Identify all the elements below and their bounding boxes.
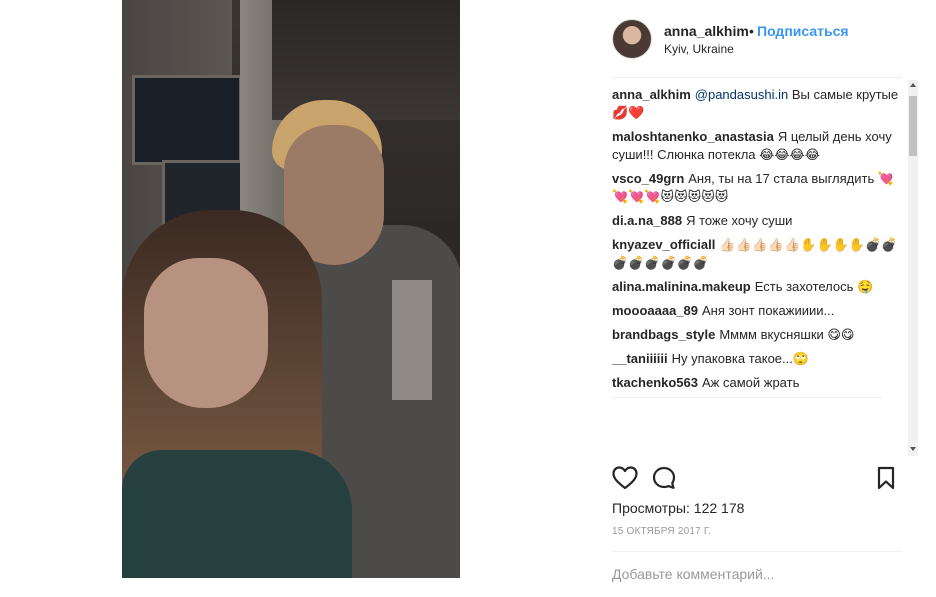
comment-text: Ну упаковка такое...🙄: [671, 351, 810, 366]
comment-username[interactable]: brandbags_style: [612, 327, 715, 342]
scrollbar-thumb[interactable]: [909, 96, 917, 156]
comment-text: Аж самой жрать: [702, 375, 800, 390]
comment-username[interactable]: knyazev_officiall: [612, 237, 715, 252]
comments-scrollbar[interactable]: [908, 80, 918, 456]
comment-text: Я тоже хочу суши: [686, 213, 793, 228]
comment-item: knyazev_officiall 👍🏻👍🏻👍🏻👍🏻👍🏻✋✋✋✋💣💣💣💣💣💣💣💣: [612, 236, 902, 272]
comment-item: moooaaaa_89 Аня зонт покажииии...: [612, 302, 902, 320]
comments-list: anna_alkhim @pandasushi.in Вы самые круты…: [612, 86, 902, 446]
media-person-shirt: [392, 280, 432, 400]
comment-username[interactable]: moooaaaa_89: [612, 303, 698, 318]
post-header: anna_alkhim • Подписаться Kyiv, Ukraine: [612, 17, 928, 61]
scroll-down-arrow-icon[interactable]: [910, 447, 916, 451]
comment-item: alina.malinina.makeup Есть захотелось 🤤: [612, 278, 902, 296]
comment-username[interactable]: maloshtanenko_anastasia: [612, 129, 774, 144]
avatar[interactable]: [612, 19, 652, 59]
comment-item: __taniiiiii Ну упаковка такое...🙄: [612, 350, 902, 368]
media-person-face: [144, 258, 268, 408]
comment-text: Мммм вкусняшки 😋😋: [719, 327, 855, 342]
comment-username[interactable]: __taniiiiii: [612, 351, 668, 366]
follow-button[interactable]: Подписаться: [757, 23, 849, 39]
media-window: [132, 75, 242, 165]
comment-item: tkachenko563 Аж самой жрать: [612, 374, 902, 392]
comment-item: brandbags_style Мммм вкусняшки 😋😋: [612, 326, 902, 344]
comment-text: Есть захотелось 🤤: [754, 279, 874, 294]
bookmark-icon[interactable]: [876, 466, 896, 495]
post-media[interactable]: [122, 0, 460, 578]
post-actions: [612, 466, 902, 494]
comment-username[interactable]: anna_alkhim: [612, 87, 691, 102]
views-value: 122 178: [693, 500, 745, 516]
add-comment-input[interactable]: [612, 562, 902, 586]
views-label: Просмотры:: [612, 500, 690, 516]
comment-username[interactable]: tkachenko563: [612, 375, 698, 390]
comment-item: anna_alkhim @pandasushi.in Вы самые круты…: [612, 86, 902, 122]
media-ceiling: [272, 0, 460, 120]
comment-item: maloshtanenko_anastasia Я целый день хочу…: [612, 128, 902, 164]
media-person-shirt: [122, 450, 352, 578]
speech-bubble-icon[interactable]: [652, 466, 676, 495]
post-date[interactable]: 15 ОКТЯБРЯ 2017 Г.: [612, 526, 711, 537]
header-separator: •: [749, 23, 754, 39]
comment-item: di.a.na_888 Я тоже хочу суши: [612, 212, 902, 230]
comment-username[interactable]: vsco_49grn: [612, 171, 684, 186]
post-location[interactable]: Kyiv, Ukraine: [664, 42, 734, 56]
comment-mention[interactable]: @pandasushi.in: [695, 87, 788, 102]
divider: [612, 551, 902, 552]
post-side-panel: anna_alkhim • Подписаться Kyiv, Ukraine …: [612, 0, 928, 597]
post-author-username[interactable]: anna_alkhim: [664, 23, 749, 39]
scroll-up-arrow-icon[interactable]: [910, 83, 916, 87]
heart-icon[interactable]: [612, 466, 638, 495]
divider: [612, 77, 902, 78]
comment-username[interactable]: alina.malinina.makeup: [612, 279, 751, 294]
comment-item: vsco_49grn Аня, ты на 17 стала выглядить …: [612, 170, 902, 206]
comment-text: Аня зонт покажииии...: [702, 303, 835, 318]
view-count: Просмотры: 122 178: [612, 500, 744, 516]
divider: [612, 397, 882, 398]
comment-username[interactable]: di.a.na_888: [612, 213, 682, 228]
